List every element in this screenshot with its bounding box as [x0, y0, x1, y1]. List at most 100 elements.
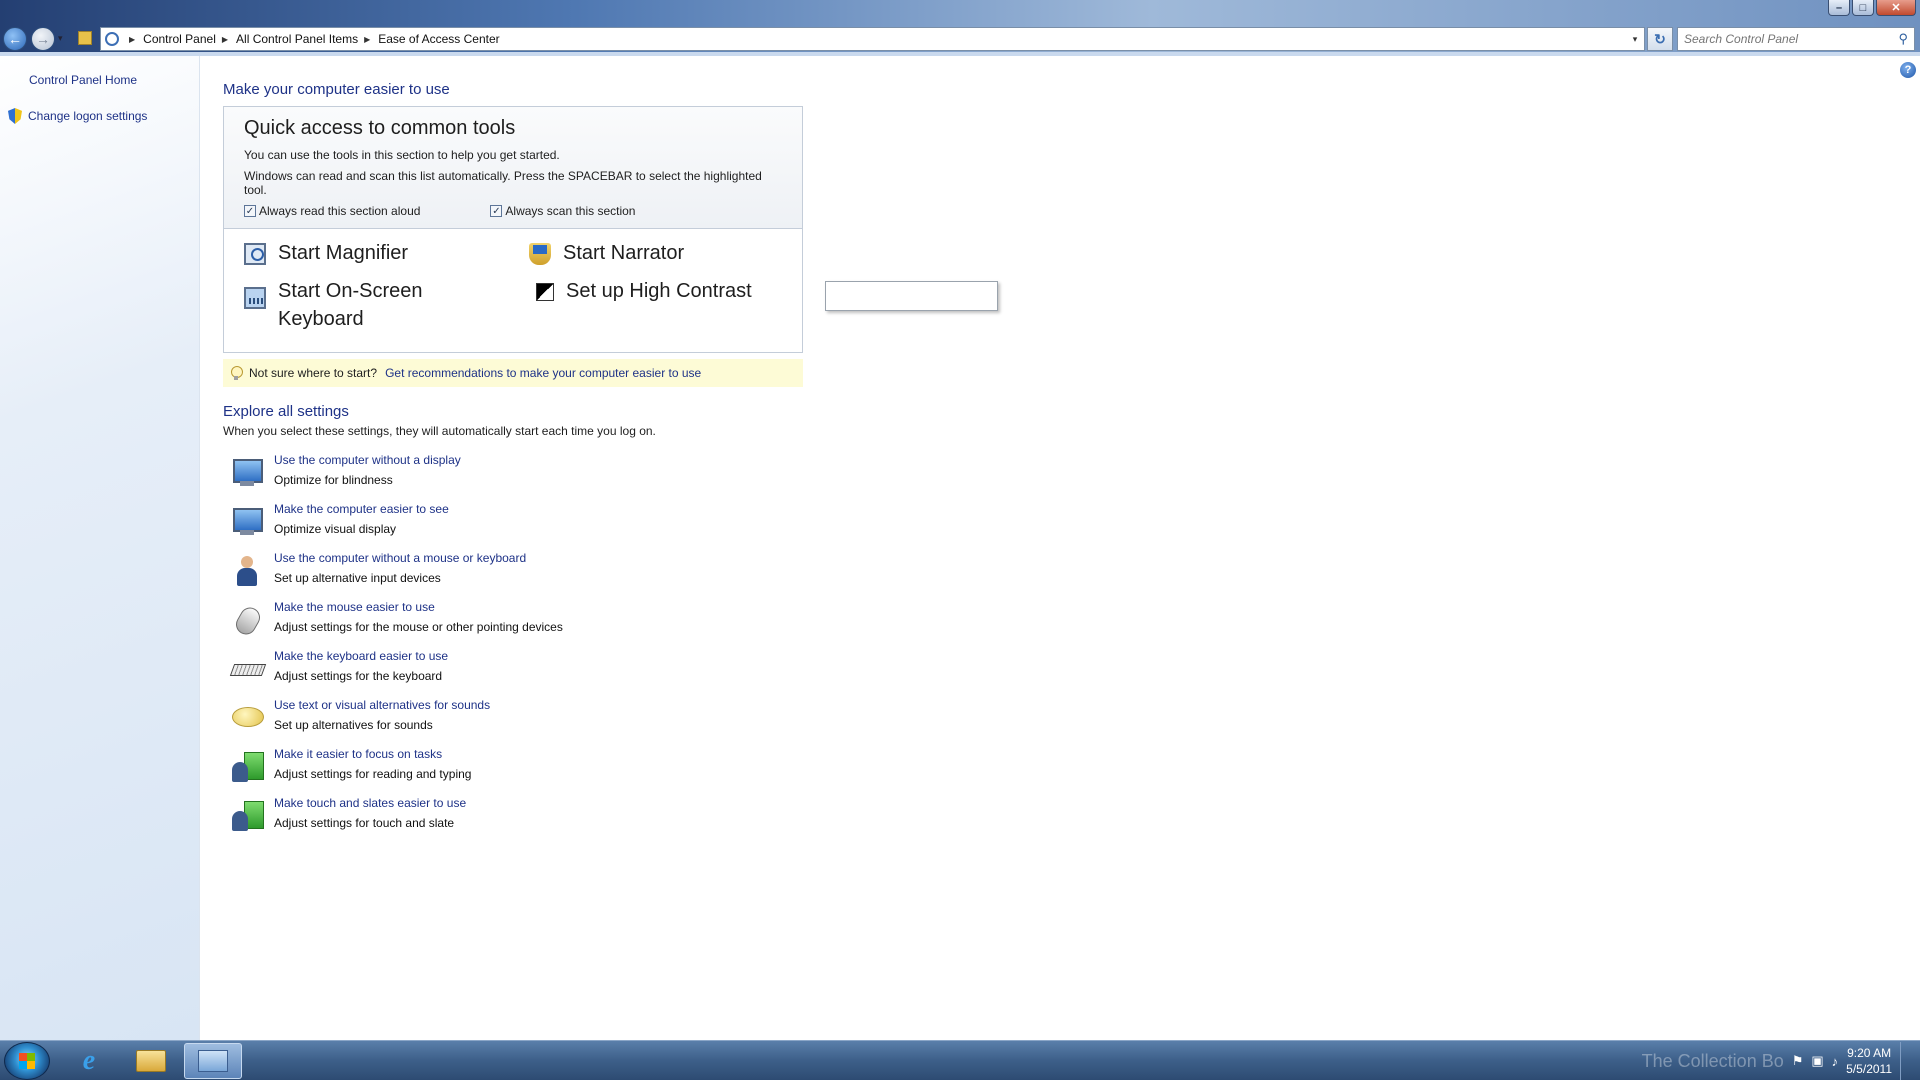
- quick-access-options: ✓ Always read this section aloud ✓ Alway…: [244, 204, 782, 218]
- list-item: Make the computer easier to see Optimize…: [230, 499, 563, 548]
- control-panel-icon: [101, 28, 123, 50]
- internet-explorer-icon: e: [82, 1045, 96, 1076]
- setting-link-easier-to-see[interactable]: Make the computer easier to see: [274, 502, 449, 516]
- setting-description: Adjust settings for touch and slate: [274, 816, 455, 830]
- start-on-screen-keyboard-button[interactable]: Start On-Screen Keyboard: [244, 277, 423, 333]
- help-icon[interactable]: ?: [1900, 62, 1916, 78]
- quick-access-intro: You can use the tools in this section to…: [244, 148, 560, 162]
- read-aloud-checkbox[interactable]: ✓ Always read this section aloud: [244, 204, 420, 218]
- taskbar: e The Collection Bo ⚑ ▣ ♪ 9:20 AM 5/5/20…: [0, 1040, 1920, 1080]
- setting-description: Adjust settings for the mouse or other p…: [274, 620, 563, 634]
- address-bar[interactable]: ▶ Control Panel ▶ All Control Panel Item…: [100, 27, 1645, 51]
- breadcrumb-ease-of-access[interactable]: Ease of Access Center: [378, 32, 499, 46]
- breadcrumb-arrow-icon[interactable]: ▶: [129, 35, 135, 44]
- breadcrumb: ▶ Control Panel ▶ All Control Panel Item…: [123, 32, 500, 46]
- page-title: Make your computer easier to use: [223, 81, 450, 98]
- start-on-screen-keyboard-label[interactable]: Start On-Screen Keyboard: [278, 277, 423, 333]
- checkmark-icon[interactable]: ✓: [244, 205, 256, 217]
- read-aloud-label[interactable]: Always read this section aloud: [259, 204, 420, 218]
- action-center-flag-icon[interactable]: ⚑: [1792, 1053, 1804, 1069]
- taskbar-internet-explorer[interactable]: e: [60, 1043, 118, 1079]
- person-icon: [230, 554, 264, 588]
- high-contrast-icon: [536, 283, 554, 301]
- setting-description: Set up alternatives for sounds: [274, 718, 433, 732]
- osk-label-line-1[interactable]: Start On-Screen: [278, 280, 423, 302]
- setting-link-without-mouse-keyboard[interactable]: Use the computer without a mouse or keyb…: [274, 551, 526, 565]
- change-logon-settings-label[interactable]: Change logon settings: [28, 109, 147, 123]
- mouse-icon: [230, 603, 264, 637]
- back-button[interactable]: ←: [3, 27, 27, 51]
- maximize-button[interactable]: □: [1852, 0, 1874, 16]
- search-icon[interactable]: ⚲: [1898, 31, 1908, 47]
- explore-settings-subtitle: When you select these settings, they wil…: [223, 424, 656, 438]
- tooltip: [825, 281, 998, 311]
- network-icon[interactable]: ▣: [1811, 1053, 1823, 1069]
- start-magnifier-label[interactable]: Start Magnifier: [278, 239, 408, 267]
- change-logon-settings-link[interactable]: Change logon settings: [8, 108, 147, 124]
- start-narrator-label[interactable]: Start Narrator: [563, 239, 684, 267]
- title-bar: – □ ✕ ← → ▾ ▶ Control Panel ▶ All Contro…: [0, 0, 1920, 56]
- search-box[interactable]: ⚲: [1677, 27, 1915, 51]
- setting-link-touch-slates[interactable]: Make touch and slates easier to use: [274, 796, 466, 810]
- quick-access-instructions: Windows can read and scan this list auto…: [244, 169, 762, 197]
- window-controls: – □ ✕: [1828, 0, 1916, 16]
- start-magnifier-button[interactable]: Start Magnifier: [244, 239, 408, 267]
- setting-link-keyboard-easier[interactable]: Make the keyboard easier to use: [274, 649, 448, 663]
- checkmark-icon[interactable]: ✓: [490, 205, 503, 217]
- refresh-button[interactable]: ↻: [1647, 27, 1673, 51]
- shield-icon: [8, 108, 22, 124]
- setting-link-sound-alternatives[interactable]: Use text or visual alternatives for soun…: [274, 698, 490, 712]
- get-recommendations-link[interactable]: Get recommendations to make your compute…: [385, 366, 701, 380]
- setting-description: Optimize visual display: [274, 522, 397, 536]
- monitor-icon: [230, 505, 264, 539]
- show-desktop-button[interactable]: [1900, 1042, 1914, 1080]
- control-panel-icon: [198, 1050, 228, 1072]
- start-narrator-button[interactable]: Start Narrator: [529, 239, 684, 267]
- scan-section-checkbox[interactable]: ✓ Always scan this section: [490, 204, 635, 218]
- setting-link-focus-on-tasks[interactable]: Make it easier to focus on tasks: [274, 747, 471, 761]
- search-input[interactable]: [1684, 32, 1899, 46]
- start-button[interactable]: [4, 1042, 50, 1080]
- breadcrumb-arrow-icon[interactable]: ▶: [364, 35, 370, 44]
- setting-description: Optimize for blindness: [274, 473, 393, 487]
- setting-link-without-display[interactable]: Use the computer without a display: [274, 453, 461, 467]
- close-button[interactable]: ✕: [1876, 0, 1916, 16]
- list-item: Make touch and slates easier to use Adju…: [230, 793, 563, 842]
- recent-pages-dropdown[interactable]: ▾: [58, 33, 63, 44]
- hint-text: Not sure where to start?: [249, 366, 378, 380]
- scan-section-label[interactable]: Always scan this section: [505, 204, 635, 218]
- watermark: The Collection Bo: [1641, 1050, 1784, 1071]
- keyboard-icon: [244, 287, 266, 309]
- setting-description: Adjust settings for reading and typing: [274, 767, 472, 781]
- people-icon: [230, 750, 264, 784]
- breadcrumb-control-panel[interactable]: Control Panel: [143, 32, 216, 46]
- address-dropdown-icon[interactable]: ▾: [1626, 34, 1644, 45]
- volume-icon[interactable]: ♪: [1832, 1054, 1839, 1069]
- breadcrumb-arrow-icon[interactable]: ▶: [222, 35, 228, 44]
- main-content: ? Make your computer easier to use Quick…: [200, 56, 1920, 1040]
- settings-list: Use the computer without a display Optim…: [230, 450, 563, 842]
- osk-label-line-2[interactable]: Keyboard: [278, 308, 364, 330]
- list-item: Make it easier to focus on tasks Adjust …: [230, 744, 563, 793]
- recommendation-hint: Not sure where to start? Get recommendat…: [223, 359, 803, 387]
- clock-date: 5/5/2011: [1846, 1062, 1892, 1076]
- taskbar-windows-explorer[interactable]: [122, 1043, 180, 1079]
- list-item: Make the keyboard easier to use Adjust s…: [230, 646, 563, 695]
- breadcrumb-all-items[interactable]: All Control Panel Items: [236, 32, 358, 46]
- control-panel-home-link[interactable]: Control Panel Home: [29, 73, 137, 87]
- list-item: Use the computer without a display Optim…: [230, 450, 563, 499]
- set-up-high-contrast-label[interactable]: Set up High Contrast: [566, 277, 752, 305]
- forward-button[interactable]: →: [31, 27, 55, 51]
- setting-link-mouse-easier[interactable]: Make the mouse easier to use: [274, 600, 563, 614]
- taskbar-control-panel[interactable]: [184, 1043, 242, 1079]
- narrator-icon: [529, 243, 551, 265]
- clock[interactable]: 9:20 AM 5/5/2011: [1846, 1045, 1892, 1077]
- setting-description: Set up alternative input devices: [274, 571, 441, 585]
- quick-access-panel: Quick access to common tools You can use…: [223, 106, 803, 353]
- set-up-high-contrast-button[interactable]: Set up High Contrast: [536, 277, 752, 305]
- minimize-button[interactable]: –: [1828, 0, 1850, 16]
- list-item: Use text or visual alternatives for soun…: [230, 695, 563, 744]
- quick-access-title: Quick access to common tools: [244, 117, 516, 139]
- folder-icon[interactable]: [78, 31, 92, 45]
- left-nav-pane: Control Panel Home Change logon settings: [0, 56, 200, 1040]
